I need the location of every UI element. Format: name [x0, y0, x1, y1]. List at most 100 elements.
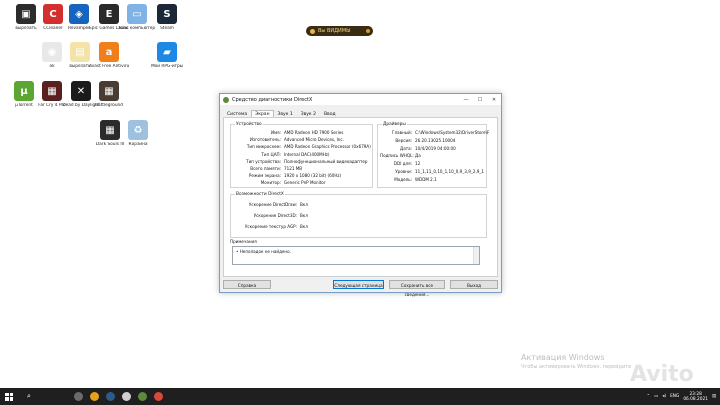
info-key: Ускорение DirectDraw: — [248, 202, 297, 207]
clock-date: 06.08.2021 — [683, 396, 708, 402]
desktop-icon[interactable]: ♻ Корзина — [118, 120, 158, 147]
info-value: AMD Radeon HD 7900 Series — [284, 130, 344, 135]
directx-features-group: Возможности DirectX Ускорение DirectDraw… — [230, 192, 487, 238]
info-key: Изготовитель: — [249, 137, 281, 143]
windows-logo-icon — [5, 392, 13, 401]
title-bar[interactable]: Средство диагностики DirectX — ☐ ✕ — [220, 94, 501, 105]
close-badge-icon[interactable] — [366, 29, 370, 33]
language-indicator[interactable]: ENG — [670, 394, 679, 399]
search-icon[interactable]: ⌕ — [22, 392, 36, 401]
info-row: Главный: C:\Windows\System32\DriverStore\… — [380, 130, 489, 135]
info-value: AMD Radeon Graphics Processor (0x679A) — [284, 144, 371, 150]
next-page-button[interactable]: Следующая страница — [333, 280, 384, 289]
info-value: Internal DAC(400MHz) — [284, 151, 330, 157]
info-value: 1920 x 1080 (32 bit) (60Hz) — [284, 173, 342, 179]
info-row: DDI для: 12 — [380, 161, 420, 166]
notes-box[interactable]: • Неполадок не найдено. — [232, 246, 480, 265]
desktop-icon-label: Steam — [160, 26, 174, 31]
dxdiag-taskbar-icon[interactable] — [134, 388, 150, 405]
chrome2-taskbar-icon[interactable] — [150, 388, 166, 405]
clock[interactable]: 23:28 06.08.2021 — [683, 392, 708, 402]
farcry-icon: ▦ — [42, 81, 62, 101]
utorrent-icon: µ — [14, 81, 34, 101]
info-row: Режим экрана: 1920 x 1080 (32 bit) (60Hz) — [233, 173, 341, 178]
network-icon[interactable]: ▭ — [654, 394, 658, 399]
steam-taskbar-icon[interactable] — [102, 388, 118, 405]
info-value: 26.20.13025.10004 — [415, 137, 456, 143]
info-value: 12 — [415, 161, 421, 167]
info-row: Модель: WDDM 2.1 — [380, 177, 437, 182]
start-button[interactable] — [0, 388, 18, 405]
info-value: Generic PnP Monitor — [284, 180, 326, 186]
maximize-button[interactable]: ☐ — [473, 97, 487, 103]
dbd-icon: ✕ — [71, 81, 91, 101]
save-all-info-button[interactable]: Сохранить все сведения... — [389, 280, 445, 297]
help-button[interactable]: Справка — [223, 280, 271, 289]
info-key: Ускорение текстур AGP: — [244, 224, 297, 229]
visibility-badge[interactable]: Вы ВИДИМЫ — [306, 26, 373, 36]
info-value: Вкл — [300, 213, 308, 218]
volume-icon[interactable]: ◂) — [662, 394, 666, 399]
close-button[interactable]: ✕ — [487, 97, 501, 103]
desktop-icon-label: Battleground — [95, 103, 123, 108]
notes-scrollbar[interactable] — [473, 247, 479, 264]
desktop-icon[interactable]: a Avast Free Antivirus — [89, 42, 129, 69]
directx-app-icon — [223, 96, 229, 103]
info-value: Вкл — [300, 202, 308, 207]
info-row: Всего памяти: 7121 MB — [233, 166, 302, 171]
drivers-group: Драйверы Главный: C:\Windows\System32\Dri… — [377, 122, 489, 188]
info-value: 11_1,11_0,10_1,10_0,9_3,9_2,9_1 — [415, 169, 485, 174]
darksouls-icon: ▦ — [100, 120, 120, 140]
desktop-icon-label: Avast Free Antivirus — [89, 64, 129, 69]
activation-watermark-title: Активация Windows — [521, 353, 605, 362]
task-view-icon[interactable] — [70, 388, 86, 405]
notes-title: Примечания — [230, 239, 257, 244]
minimize-button[interactable]: — — [459, 97, 473, 103]
info-row: Монитор: Generic PnP Monitor — [233, 180, 326, 185]
info-row: Подпись WHQL:Да — [380, 153, 421, 158]
exit-button[interactable]: Выход — [450, 280, 498, 289]
chrome2-taskbar-icon-glyph — [153, 392, 163, 401]
info-row: Дата: 10/4/2019 04:00:00 — [380, 146, 456, 151]
folder-icon: ▰ — [157, 42, 177, 62]
desktop-icon[interactable]: ▰ Мои RPG-игры — [147, 42, 187, 69]
window-title: Средство диагностики DirectX — [232, 96, 313, 103]
epic-icon: E — [99, 4, 119, 24]
directx-features-title: Возможности DirectX — [235, 192, 285, 197]
info-key: Тип устройства: — [246, 158, 281, 164]
system-tray: ⌃ ▭ ◂) ENG 23:28 06.08.2021 ▤ — [647, 392, 720, 402]
info-row: Тип ЦАП: Internal DAC(400MHz) — [233, 151, 330, 157]
info-key: Подпись WHQL: — [380, 153, 414, 159]
computer-icon: ▭ — [127, 4, 147, 24]
info-value: 10/4/2019 04:00:00 — [415, 145, 456, 151]
notifications-icon[interactable]: ▤ — [712, 394, 716, 399]
info-key: Дата: — [400, 145, 412, 151]
info-value: WDDM 2.1 — [415, 176, 437, 182]
chrome-taskbar-icon[interactable] — [86, 388, 102, 405]
lock-icon: ◈ — [69, 4, 89, 24]
task-view-icon-glyph — [73, 392, 83, 401]
info-row: Ускорение DirectDraw: Вкл — [233, 202, 308, 207]
epic-taskbar-icon[interactable] — [118, 388, 134, 405]
info-value: C:\Windows\System32\DriverStore\F — [415, 130, 490, 135]
taskbar: ⌕ ⌃ ▭ ◂) ENG 23:28 06.08.2021 ▤ — [0, 388, 720, 405]
desktop-icon[interactable]: ▦ Battleground — [89, 81, 129, 108]
visibility-badge-label: Вы ВИДИМЫ — [318, 28, 351, 34]
activation-watermark-text: Чтобы активировать Windows, перейдите — [521, 364, 632, 370]
directx-diagnostic-window: Средство диагностики DirectX — ☐ ✕ Систе… — [219, 93, 502, 297]
tray-chevron-icon[interactable]: ⌃ — [647, 394, 651, 399]
display-tab-panel: Устройство Имя: AMD Radeon HD 7900 Series… — [223, 117, 498, 277]
chrome-taskbar-icon-glyph — [89, 392, 99, 401]
info-key: DDI для: — [393, 161, 412, 167]
avito-watermark: Avito — [630, 362, 694, 387]
info-key: Главный: — [392, 130, 412, 135]
user-status-icon — [310, 28, 315, 34]
device-group-title: Устройство — [235, 122, 263, 127]
desktop-icon[interactable]: S Steam — [147, 4, 187, 31]
taskbar-apps — [70, 388, 166, 405]
info-row: Уровни: 11_1,11_0,10_1,10_0,9_3,9_2,9_1 — [380, 169, 484, 174]
info-row: Тип микросхем: AMD Radeon Graphics Proces… — [233, 144, 371, 149]
info-value: Advanced Micro Devices, Inc. — [284, 137, 344, 143]
info-value: Полнофункциональный видеоадаптер — [284, 158, 368, 164]
info-value: 7121 MB — [284, 166, 303, 171]
